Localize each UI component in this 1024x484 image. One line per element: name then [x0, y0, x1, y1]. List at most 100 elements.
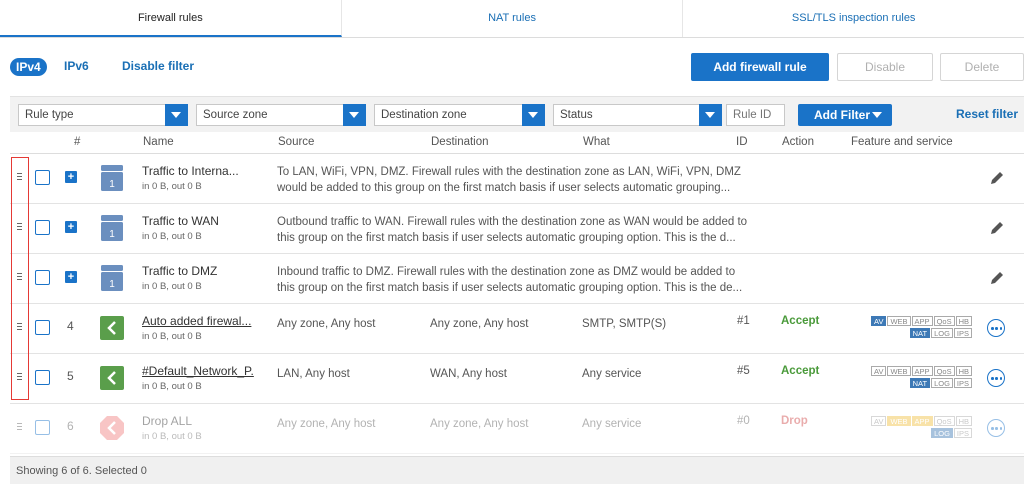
rule-destination: Any zone, Any host: [430, 418, 529, 430]
more-options-icon[interactable]: [987, 369, 1005, 387]
badge: NAT: [909, 378, 931, 388]
rule-type-label: Rule type: [25, 109, 74, 121]
rule-source: Any zone, Any host: [277, 418, 376, 430]
col-what: What: [583, 136, 610, 148]
rule-number: 5: [67, 369, 74, 383]
tab-nat-rules[interactable]: NAT rules: [342, 0, 684, 37]
table-row[interactable]: 6 Drop ALL in 0 B, out 0 B Any zone, Any…: [10, 404, 1024, 454]
edit-icon[interactable]: [989, 270, 1005, 286]
group-number: 1: [109, 179, 115, 190]
filter-bar: Rule type Source zone Destination zone S…: [10, 96, 1024, 132]
badge: HB: [955, 366, 972, 376]
source-zone-label: Source zone: [203, 109, 268, 121]
group-description: Inbound traffic to DMZ. Firewall rules w…: [277, 266, 743, 294]
badge: IPS: [953, 378, 972, 388]
destination-zone-select[interactable]: Destination zone: [374, 104, 545, 126]
reset-filter-link[interactable]: Reset filter: [956, 107, 1018, 121]
status-select[interactable]: Status: [553, 104, 722, 126]
rule-name[interactable]: #Default_Network_P.: [142, 364, 254, 378]
rule-what: Any service: [582, 368, 642, 380]
add-filter-button[interactable]: Add Filter: [798, 104, 892, 126]
col-destination: Destination: [431, 136, 489, 148]
rule-traffic: in 0 B, out 0 B: [142, 181, 202, 192]
chevron-down-icon: [699, 104, 722, 126]
disable-filter-link[interactable]: Disable filter: [122, 59, 194, 73]
rule-action: Accept: [781, 365, 820, 377]
tab-ssl-tls-rules[interactable]: SSL/TLS inspection rules: [683, 0, 1024, 37]
add-filter-label: Add Filter: [814, 108, 870, 122]
badge: LOG: [931, 328, 953, 338]
expand-icon[interactable]: +: [65, 171, 77, 183]
rule-name[interactable]: Auto added firewal...: [142, 314, 251, 328]
row-checkbox[interactable]: [35, 270, 50, 285]
table-row[interactable]: 4 Auto added firewal... in 0 B, out 0 B …: [10, 304, 1024, 354]
badge: WEB: [887, 316, 911, 326]
badge: APP: [911, 316, 933, 326]
rule-name[interactable]: Traffic to WAN: [142, 214, 219, 228]
group-description: To LAN, WiFi, VPN, DMZ. Firewall rules w…: [277, 166, 741, 194]
row-checkbox[interactable]: [35, 370, 50, 385]
share-rule-icon: [100, 366, 124, 390]
badge: AV: [871, 316, 887, 326]
badge: NAT: [909, 328, 931, 338]
badge: QoS: [933, 316, 955, 326]
badge: QoS: [933, 416, 955, 426]
table-header: # Name Source Destination What ID Action…: [10, 132, 1024, 154]
ipv4-toggle[interactable]: IPv4: [10, 58, 47, 76]
badge: LOG: [931, 428, 953, 438]
rule-what: Any service: [582, 418, 642, 430]
col-name: Name: [143, 136, 174, 148]
badge: LOG: [931, 378, 953, 388]
destination-zone-label: Destination zone: [381, 109, 467, 121]
rule-group-icon: 1: [101, 215, 123, 241]
selection-status: Showing 6 of 6. Selected 0: [16, 465, 147, 477]
feature-badges: AV WEB APP QoS HB NAT LOG IPS: [860, 316, 972, 340]
toolbar: IPv4 IPv6 Disable filter Add firewall ru…: [0, 38, 1024, 94]
add-firewall-rule-button[interactable]: Add firewall rule: [691, 53, 829, 81]
tab-firewall-rules[interactable]: Firewall rules: [0, 0, 342, 37]
rule-name[interactable]: Traffic to DMZ: [142, 264, 217, 278]
more-options-icon[interactable]: [987, 419, 1005, 437]
rule-name[interactable]: Drop ALL: [142, 414, 192, 428]
rule-tabs: Firewall rules NAT rules SSL/TLS inspect…: [0, 0, 1024, 38]
col-source: Source: [278, 136, 315, 148]
edit-icon[interactable]: [989, 220, 1005, 236]
badge: APP: [911, 366, 933, 376]
badge: WEB: [887, 366, 911, 376]
feature-badges: AV WEB APP QoS HB LOG IPS: [860, 416, 972, 440]
rule-traffic: in 0 B, out 0 B: [142, 231, 202, 242]
rule-source: Any zone, Any host: [277, 318, 376, 330]
expand-icon[interactable]: +: [65, 271, 77, 283]
drag-handles-highlight: [11, 157, 29, 400]
badge: AV: [871, 366, 887, 376]
row-checkbox[interactable]: [35, 420, 50, 435]
table-row[interactable]: + 1 Traffic to DMZ in 0 B, out 0 B Inbou…: [10, 254, 1024, 304]
table-row[interactable]: + 1 Traffic to WAN in 0 B, out 0 B Outbo…: [10, 204, 1024, 254]
group-number: 1: [109, 229, 115, 240]
badge: AV: [871, 416, 887, 426]
more-options-icon[interactable]: [987, 319, 1005, 337]
rule-destination: Any zone, Any host: [430, 318, 529, 330]
table-row[interactable]: + 1 Traffic to Interna... in 0 B, out 0 …: [10, 154, 1024, 204]
table-row[interactable]: 5 #Default_Network_P. in 0 B, out 0 B LA…: [10, 354, 1024, 404]
rule-id-input[interactable]: [726, 104, 785, 126]
row-checkbox[interactable]: [35, 320, 50, 335]
table-footer: Showing 6 of 6. Selected 0: [10, 456, 1024, 484]
rule-type-select[interactable]: Rule type: [18, 104, 188, 126]
disable-button[interactable]: Disable: [837, 53, 933, 81]
badge: WEB: [887, 416, 911, 426]
ipv6-toggle[interactable]: IPv6: [64, 59, 89, 73]
edit-icon[interactable]: [989, 170, 1005, 186]
badge: IPS: [953, 428, 972, 438]
delete-button[interactable]: Delete: [940, 53, 1024, 81]
source-zone-select[interactable]: Source zone: [196, 104, 366, 126]
drop-rule-icon: [100, 416, 124, 440]
col-feature-service: Feature and service: [851, 136, 953, 148]
badge: HB: [955, 416, 972, 426]
expand-icon[interactable]: +: [65, 221, 77, 233]
row-checkbox[interactable]: [35, 170, 50, 185]
rule-name[interactable]: Traffic to Interna...: [142, 164, 239, 178]
row-checkbox[interactable]: [35, 220, 50, 235]
rule-traffic: in 0 B, out 0 B: [142, 331, 202, 342]
drag-handle-icon[interactable]: [17, 423, 22, 432]
